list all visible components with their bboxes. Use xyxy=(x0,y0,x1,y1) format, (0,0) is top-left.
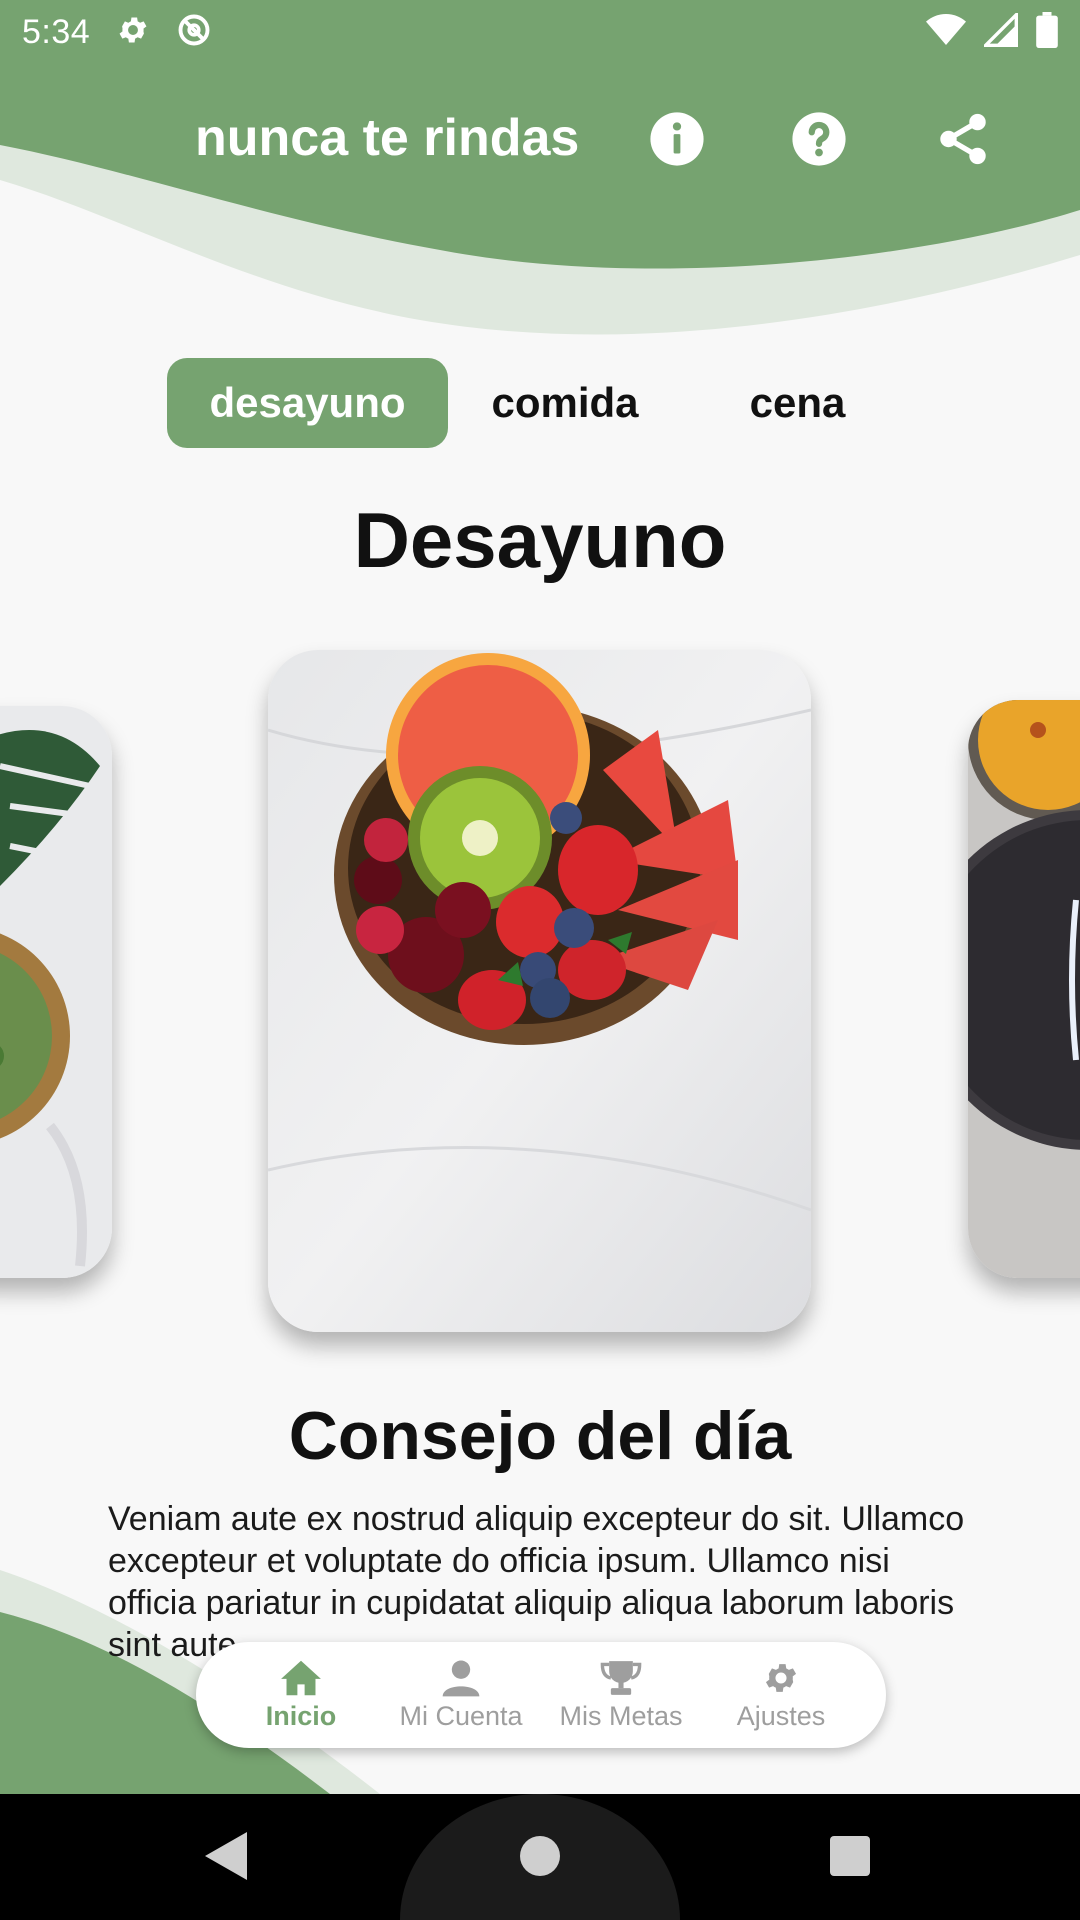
tip-body: Veniam aute ex nostrud aliquip excepteur… xyxy=(108,1500,965,1664)
status-bar: 5:34 xyxy=(0,0,1080,64)
system-navigation-bar xyxy=(0,1794,1080,1920)
carousel-card-left[interactable] xyxy=(0,706,112,1278)
signal-icon xyxy=(981,10,1018,52)
info-button[interactable] xyxy=(648,110,706,168)
tab-cena[interactable]: cena xyxy=(700,358,895,448)
section-title: Desayuno xyxy=(353,496,727,584)
trophy-icon xyxy=(600,1660,642,1695)
carousel-card-right[interactable] xyxy=(968,700,1080,1278)
fruit-bowl-image xyxy=(268,650,811,1332)
help-button[interactable] xyxy=(790,110,848,168)
meal-tabs: desayuno comida cena xyxy=(0,358,1080,448)
tip-title: Consejo del día xyxy=(288,1398,792,1474)
soup-bowl-image xyxy=(968,700,1080,1278)
recents-icon[interactable] xyxy=(830,1836,870,1876)
gear-icon xyxy=(765,1663,797,1692)
share-icon xyxy=(940,113,986,165)
status-time: 5:34 xyxy=(22,12,91,51)
help-icon xyxy=(792,112,846,166)
carousel-card-center[interactable] xyxy=(268,650,811,1332)
home-icon[interactable] xyxy=(520,1836,560,1876)
info-icon xyxy=(650,112,704,166)
nav-mis-metas[interactable]: Mis Metas xyxy=(541,1659,701,1732)
tab-comida[interactable]: comida xyxy=(460,358,670,448)
person-icon xyxy=(442,1660,480,1696)
share-button[interactable] xyxy=(934,110,992,168)
gear-icon xyxy=(116,13,150,52)
home-icon xyxy=(281,1660,321,1695)
wifi-icon xyxy=(926,13,966,52)
green-salad-image xyxy=(0,706,112,1278)
back-icon[interactable] xyxy=(205,1832,247,1880)
battery-icon xyxy=(1036,11,1058,53)
tab-desayuno[interactable]: desayuno xyxy=(167,358,448,448)
nav-inicio[interactable]: Inicio xyxy=(221,1659,381,1732)
nav-label-inicio: Inicio xyxy=(265,1700,337,1731)
no-disturb-icon xyxy=(176,12,212,53)
nav-ajustes[interactable]: Ajustes xyxy=(701,1659,861,1732)
nav-label-mi-cuenta: Mi Cuenta xyxy=(399,1700,523,1731)
nav-label-ajustes: Ajustes xyxy=(736,1700,826,1731)
app-screen: 5:34 nunca te rindas desayuno comida cen… xyxy=(0,0,1080,1920)
nav-mi-cuenta[interactable]: Mi Cuenta xyxy=(381,1659,541,1732)
nav-label-mis-metas: Mis Metas xyxy=(559,1700,683,1731)
bottom-navigation: Inicio Mi Cuenta Mis Metas Ajustes xyxy=(196,1642,886,1748)
app-title: nunca te rindas xyxy=(195,109,580,167)
